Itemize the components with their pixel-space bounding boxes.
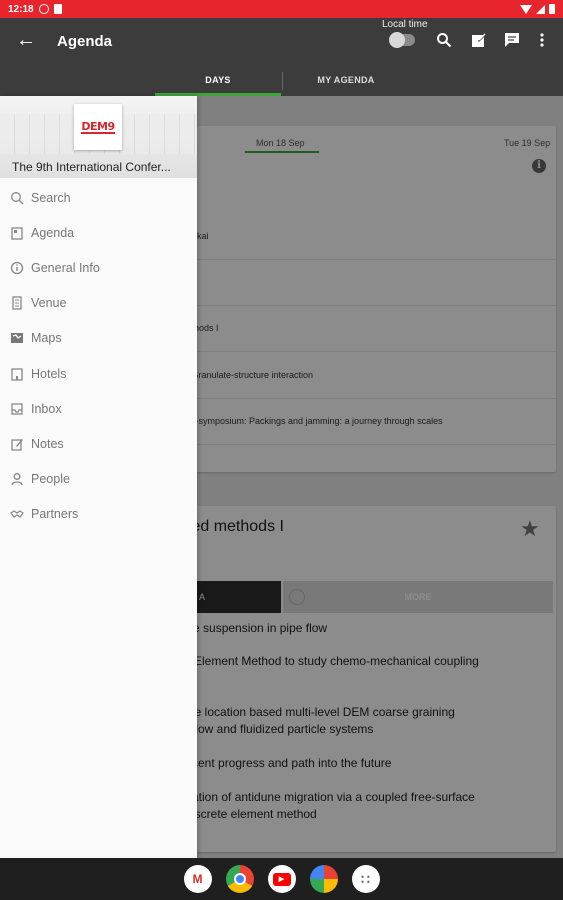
drawer-item-label: Agenda: [31, 225, 75, 240]
local-time-label: Local time: [382, 19, 428, 30]
signal-icon: [536, 4, 545, 14]
youtube-icon[interactable]: ▶: [267, 865, 296, 893]
edit-icon[interactable]: [471, 32, 487, 48]
page-title: Agenda: [57, 33, 113, 50]
chrome-icon[interactable]: [225, 865, 254, 893]
drawer-item-hotels[interactable]: Hotels: [0, 356, 197, 391]
search-icon[interactable]: [436, 32, 452, 48]
drawer-item-label: Search: [31, 190, 71, 205]
battery-icon: [549, 4, 555, 14]
drawer-scrim[interactable]: [197, 96, 563, 858]
drawer-item-label: Maps: [31, 331, 62, 346]
drawer-item-label: Notes: [31, 436, 64, 451]
drawer-item-label: General Info: [31, 260, 100, 275]
drawer-item-label: Partners: [31, 507, 79, 522]
system-dock: M ▶ ∷: [0, 858, 563, 900]
tab-my-agenda[interactable]: MY AGENDA: [283, 64, 409, 96]
map-icon: [10, 331, 24, 345]
drawer-item-label: Venue: [31, 296, 67, 311]
youtube-play: ▶: [272, 872, 291, 886]
drawer-item-people[interactable]: People: [0, 462, 197, 497]
conference-logo: DEM9: [74, 104, 122, 150]
drawer-item-venue[interactable]: Venue: [0, 286, 197, 321]
handshake-icon: [10, 507, 24, 521]
search-icon: [10, 191, 24, 205]
chrome-center: [233, 873, 246, 885]
photos-icon[interactable]: [309, 865, 338, 893]
drawer-menu: Search Agenda General Info Venue Maps Ho…: [0, 180, 197, 532]
drawer-item-label: Inbox: [31, 401, 62, 416]
agenda-icon: [10, 226, 24, 240]
logo-text: DEM9: [81, 119, 115, 134]
more-vert-icon[interactable]: [534, 32, 550, 48]
inbox-icon: [10, 402, 24, 416]
app-bar: ← Agenda Local time: [0, 18, 563, 64]
gmail-icon[interactable]: M: [183, 865, 212, 893]
status-time: 12:18: [8, 3, 34, 15]
tab-bar: DAYS MY AGENDA: [0, 64, 563, 96]
status-bar: 12:18: [0, 0, 563, 18]
drawer-item-inbox[interactable]: Inbox: [0, 391, 197, 426]
tab-days[interactable]: DAYS: [155, 64, 281, 96]
chat-icon[interactable]: [504, 32, 520, 48]
info-icon: [10, 261, 24, 275]
navigation-drawer: DEM9 The 9th International Confer... Sea…: [0, 96, 197, 858]
drawer-item-maps[interactable]: Maps: [0, 321, 197, 356]
local-time-toggle[interactable]: [389, 32, 415, 48]
app-drawer-icon[interactable]: ∷: [351, 865, 380, 893]
drawer-item-partners[interactable]: Partners: [0, 497, 197, 532]
drawer-item-label: Hotels: [31, 366, 67, 381]
sim-icon: [53, 4, 62, 14]
person-icon: [10, 472, 24, 486]
drawer-item-search[interactable]: Search: [0, 180, 197, 215]
drawer-item-notes[interactable]: Notes: [0, 426, 197, 461]
wifi-icon: [520, 4, 532, 14]
building-icon: [10, 296, 24, 310]
hotel-icon: [10, 367, 24, 381]
drawer-header: DEM9 The 9th International Confer...: [0, 96, 197, 178]
drawer-item-agenda[interactable]: Agenda: [0, 215, 197, 250]
notes-icon: [10, 437, 24, 451]
notification-icon: [38, 4, 49, 14]
conference-title: The 9th International Confer...: [12, 160, 171, 174]
drawer-item-label: People: [31, 472, 70, 487]
back-icon[interactable]: ←: [16, 30, 36, 50]
drawer-item-general-info[interactable]: General Info: [0, 250, 197, 285]
